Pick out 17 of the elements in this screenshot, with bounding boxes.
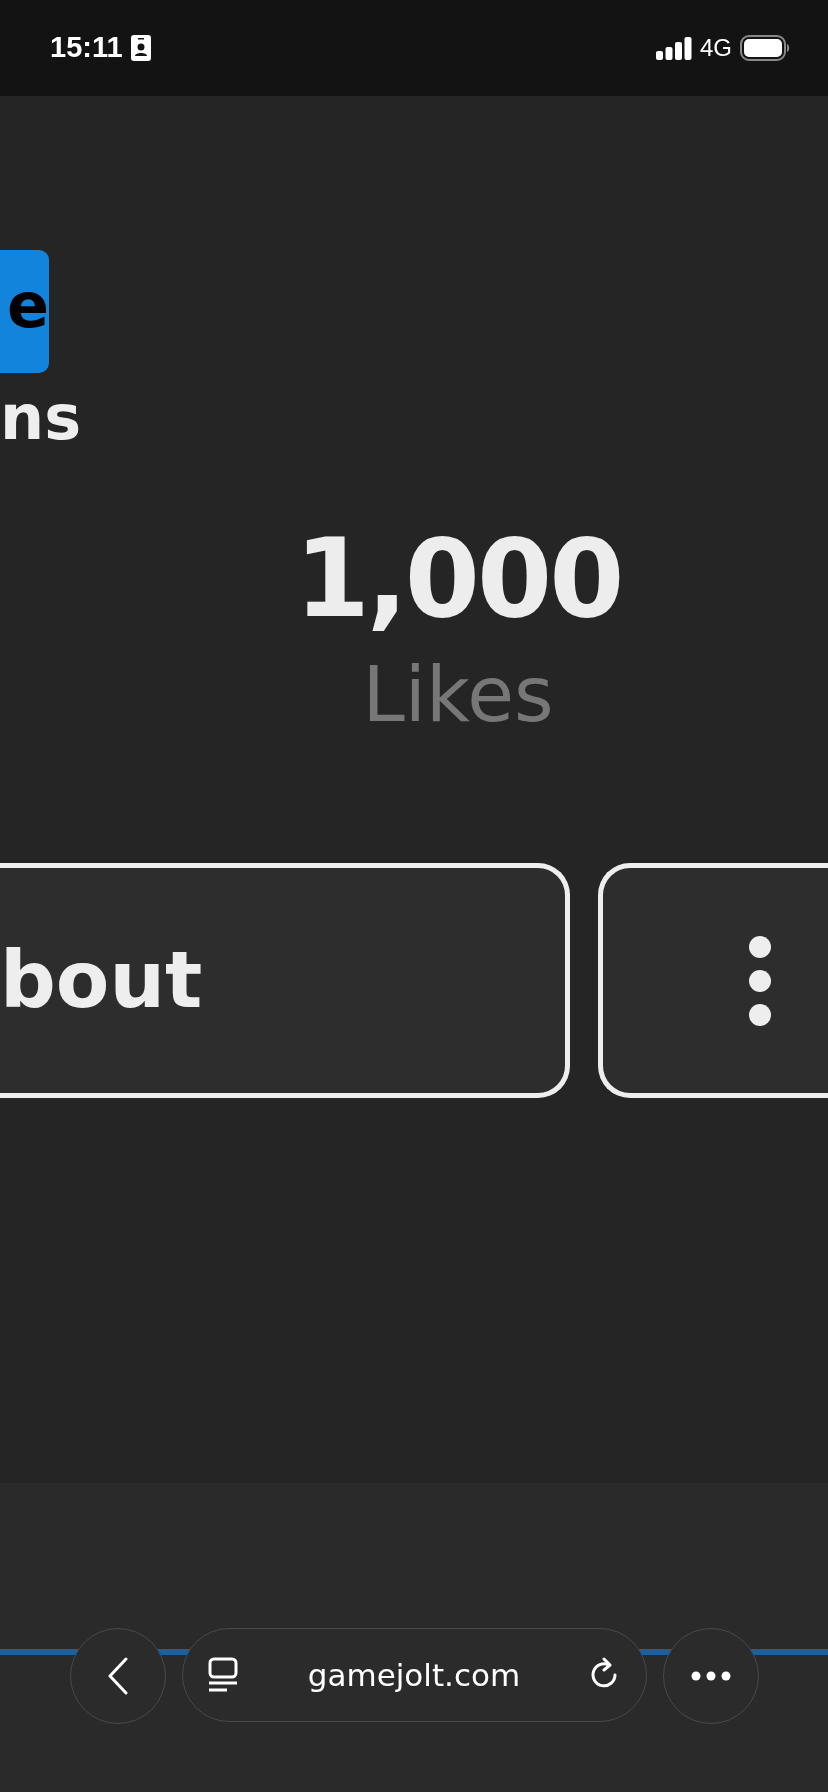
likes-label: Likes [362,657,554,734]
status-time: 15:11 [50,30,123,66]
id-badge-icon [130,35,151,61]
battery-icon [740,35,790,61]
tabs-icon [206,1657,239,1693]
about-button[interactable]: bout [0,863,570,1099]
address-bar[interactable]: gamejolt.com [181,1628,647,1722]
section-heading: ns [0,381,83,456]
network-type: 4G [700,33,732,63]
more-icon [690,1671,731,1681]
action-button[interactable]: e [0,250,49,373]
more-options-button[interactable] [597,863,828,1099]
signal-icon [656,36,692,60]
likes-count: 1,000 [294,525,622,634]
url-text: gamejolt.com [307,1655,521,1695]
back-icon [106,1657,129,1695]
more-vertical-icon [748,934,773,1027]
